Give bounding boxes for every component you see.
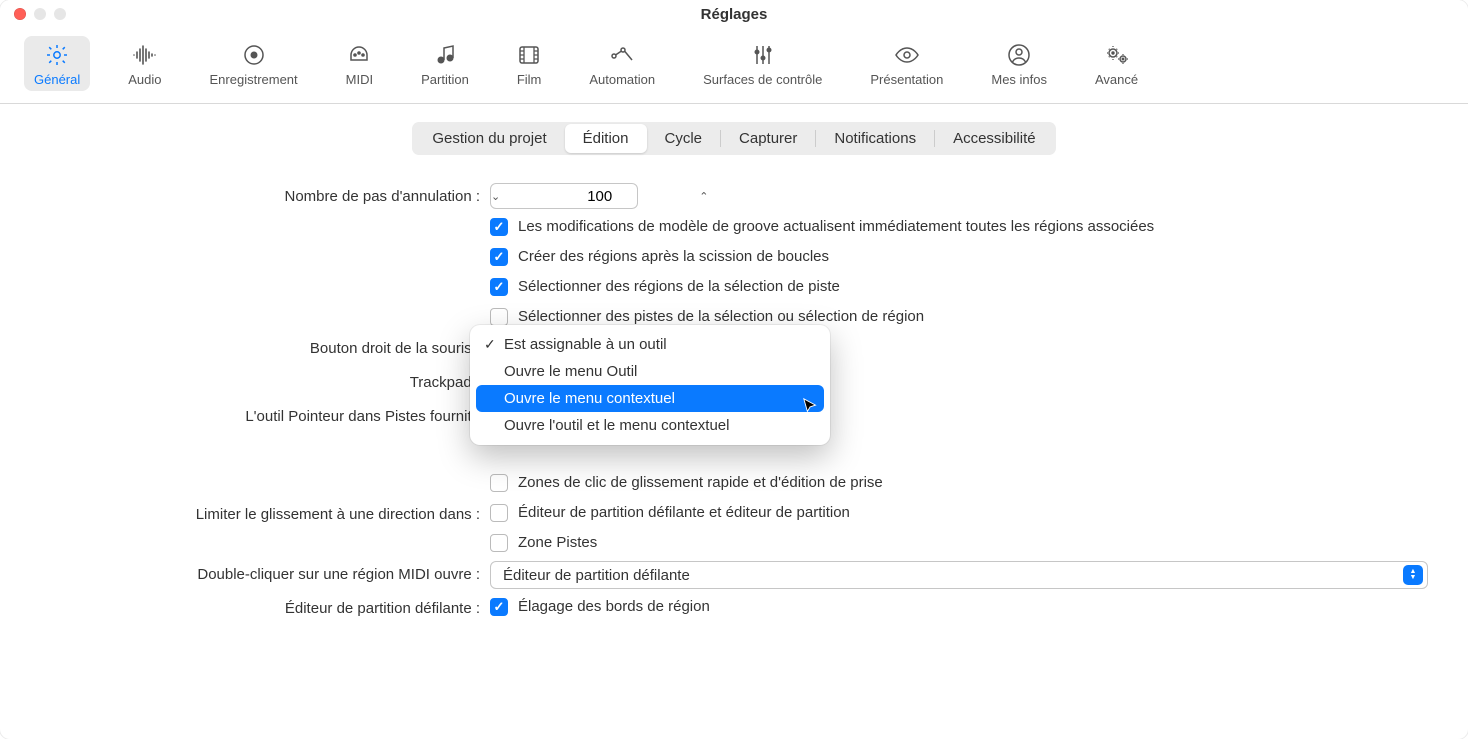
toolbar-label: Film <box>517 72 542 87</box>
midi-icon <box>347 42 371 68</box>
toolbar-label: Audio <box>128 72 161 87</box>
subtab-notifications[interactable]: Notifications <box>816 124 934 153</box>
toolbar-myinfo[interactable]: Mes infos <box>981 36 1057 91</box>
toolbar-label: MIDI <box>346 72 373 87</box>
pointer-tool-label: L'outil Pointeur dans Pistes fournit : <box>40 403 490 431</box>
window-title: Réglages <box>701 6 768 23</box>
check-select-regions[interactable]: Sélectionner des régions de la sélection… <box>490 275 1428 299</box>
checkbox-icon <box>490 278 508 296</box>
toolbar-advanced[interactable]: Avancé <box>1085 36 1148 91</box>
eye-icon <box>894 42 920 68</box>
undo-value[interactable] <box>500 188 699 205</box>
titlebar: Réglages <box>0 0 1468 28</box>
person-circle-icon <box>1007 42 1031 68</box>
check-label: Éditeur de partition défilante et éditeu… <box>518 501 850 525</box>
double-click-label: Double-cliquer sur une région MIDI ouvre… <box>40 561 490 589</box>
waveform-icon <box>132 42 158 68</box>
checkbox-icon <box>490 308 508 326</box>
subtab-accessibility[interactable]: Accessibilité <box>935 124 1054 153</box>
toolbar-label: Général <box>34 72 80 87</box>
checkbox-icon <box>490 534 508 552</box>
sliders-icon <box>751 42 775 68</box>
right-mouse-label: Bouton droit de la souris : <box>40 335 490 363</box>
toolbar-general[interactable]: Général <box>24 36 90 91</box>
toolbar-label: Surfaces de contrôle <box>703 72 822 87</box>
check-scroll-editor[interactable]: Éditeur de partition défilante et éditeu… <box>490 501 1428 525</box>
toolbar-presentation[interactable]: Présentation <box>860 36 953 91</box>
toolbar-label: Partition <box>421 72 469 87</box>
undo-stepper[interactable]: ⌄ ⌃ <box>490 183 638 209</box>
toolbar-label: Enregistrement <box>210 72 298 87</box>
check-label: Créer des régions après la scission de b… <box>518 245 829 269</box>
subtabs: Gestion du projet Édition Cycle Capturer… <box>0 104 1468 163</box>
scroll-editor-label: Éditeur de partition défilante : <box>40 595 490 623</box>
toolbar-score[interactable]: Partition <box>411 36 479 91</box>
checkbox-icon <box>490 248 508 266</box>
check-label: Zone Pistes <box>518 531 597 555</box>
check-tracks-area[interactable]: Zone Pistes <box>490 531 1428 555</box>
content: Nombre de pas d'annulation : ⌄ ⌃ Les mod… <box>0 163 1468 669</box>
preferences-window: Réglages Général Audio Enregistrement MI… <box>0 0 1468 739</box>
gears-icon <box>1104 42 1130 68</box>
dropdown-option[interactable]: Ouvre le menu Outil <box>476 358 824 385</box>
dropdown-option[interactable]: Ouvre l'outil et le menu contextuel <box>476 412 824 439</box>
toolbar-label: Avancé <box>1095 72 1138 87</box>
notes-icon <box>433 42 457 68</box>
gear-icon <box>45 42 69 68</box>
dropdown-option-highlighted[interactable]: Ouvre le menu contextuel <box>476 385 824 412</box>
checkbox-icon <box>490 474 508 492</box>
check-region-trim[interactable]: Élagage des bords de région <box>490 595 1428 619</box>
record-icon <box>242 42 266 68</box>
window-controls <box>14 8 66 20</box>
subtab-project[interactable]: Gestion du projet <box>414 124 564 153</box>
toolbar-automation[interactable]: Automation <box>579 36 665 91</box>
double-click-select[interactable]: Éditeur de partition défilante ▲▼ <box>490 561 1428 589</box>
stepper-down[interactable]: ⌄ <box>491 184 500 208</box>
check-label: Les modifications de modèle de groove ac… <box>518 215 1154 239</box>
minimize-button[interactable] <box>34 8 46 20</box>
toolbar: Général Audio Enregistrement MIDI Partit… <box>0 28 1468 104</box>
stepper-up[interactable]: ⌃ <box>699 184 708 208</box>
checkbox-icon <box>490 598 508 616</box>
check-label: Zones de clic de glissement rapide et d'… <box>518 471 883 495</box>
automation-icon <box>609 42 635 68</box>
toolbar-audio[interactable]: Audio <box>118 36 171 91</box>
toolbar-recording[interactable]: Enregistrement <box>200 36 308 91</box>
film-icon <box>517 42 541 68</box>
toolbar-label: Automation <box>589 72 655 87</box>
check-label: Sélectionner des régions de la sélection… <box>518 275 840 299</box>
toolbar-surfaces[interactable]: Surfaces de contrôle <box>693 36 832 91</box>
toolbar-film[interactable]: Film <box>507 36 552 91</box>
checkbox-icon <box>490 504 508 522</box>
zoom-button[interactable] <box>54 8 66 20</box>
toolbar-label: Présentation <box>870 72 943 87</box>
limit-drag-label: Limiter le glissement à une direction da… <box>40 501 490 529</box>
check-quickswipe[interactable]: Zones de clic de glissement rapide et d'… <box>490 471 1428 495</box>
subtab-edition[interactable]: Édition <box>565 124 647 153</box>
dropdown-option[interactable]: Est assignable à un outil <box>476 331 824 358</box>
right-mouse-dropdown[interactable]: Est assignable à un outil Ouvre le menu … <box>470 325 830 445</box>
check-groove[interactable]: Les modifications de modèle de groove ac… <box>490 215 1428 239</box>
trackpad-label: Trackpad : <box>40 369 490 397</box>
select-caret-icon: ▲▼ <box>1403 565 1423 585</box>
close-button[interactable] <box>14 8 26 20</box>
undo-label: Nombre de pas d'annulation : <box>40 183 490 211</box>
select-value: Éditeur de partition défilante <box>503 567 690 584</box>
subtab-capture[interactable]: Capturer <box>721 124 815 153</box>
toolbar-label: Mes infos <box>991 72 1047 87</box>
check-split-loops[interactable]: Créer des régions après la scission de b… <box>490 245 1428 269</box>
subtab-cycle[interactable]: Cycle <box>647 124 721 153</box>
checkbox-icon <box>490 218 508 236</box>
toolbar-midi[interactable]: MIDI <box>336 36 383 91</box>
check-label: Élagage des bords de région <box>518 595 710 619</box>
